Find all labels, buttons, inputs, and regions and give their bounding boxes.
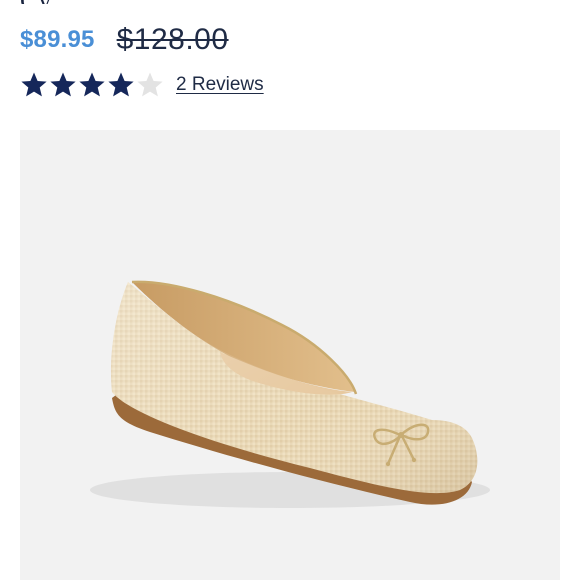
star-empty-icon: [136, 71, 164, 99]
price-row: $89.95 $128.00: [20, 20, 229, 60]
original-price: $128.00: [116, 23, 229, 56]
product-title-cropped: Cy: [20, 0, 52, 4]
star-filled-icon: [49, 71, 77, 99]
bow-tip-left: [385, 461, 391, 467]
bow-knot: [398, 432, 404, 438]
sale-price: $89.95: [20, 26, 95, 53]
star-filled-icon: [78, 71, 106, 99]
shoe-illustration: [90, 280, 490, 508]
shoe-shading: [110, 282, 478, 494]
rating-row: 2 Reviews: [20, 68, 264, 102]
star-filled-icon: [20, 71, 48, 99]
reviews-link[interactable]: 2 Reviews: [176, 74, 264, 96]
product-title-text: Cy: [20, 0, 52, 4]
bow-tip-right: [411, 457, 417, 463]
star-filled-icon: [107, 71, 135, 99]
star-rating[interactable]: [20, 71, 164, 99]
product-image[interactable]: [20, 130, 560, 580]
product-detail-page: Cy $89.95 $128.00 2 Reviews: [0, 0, 580, 580]
